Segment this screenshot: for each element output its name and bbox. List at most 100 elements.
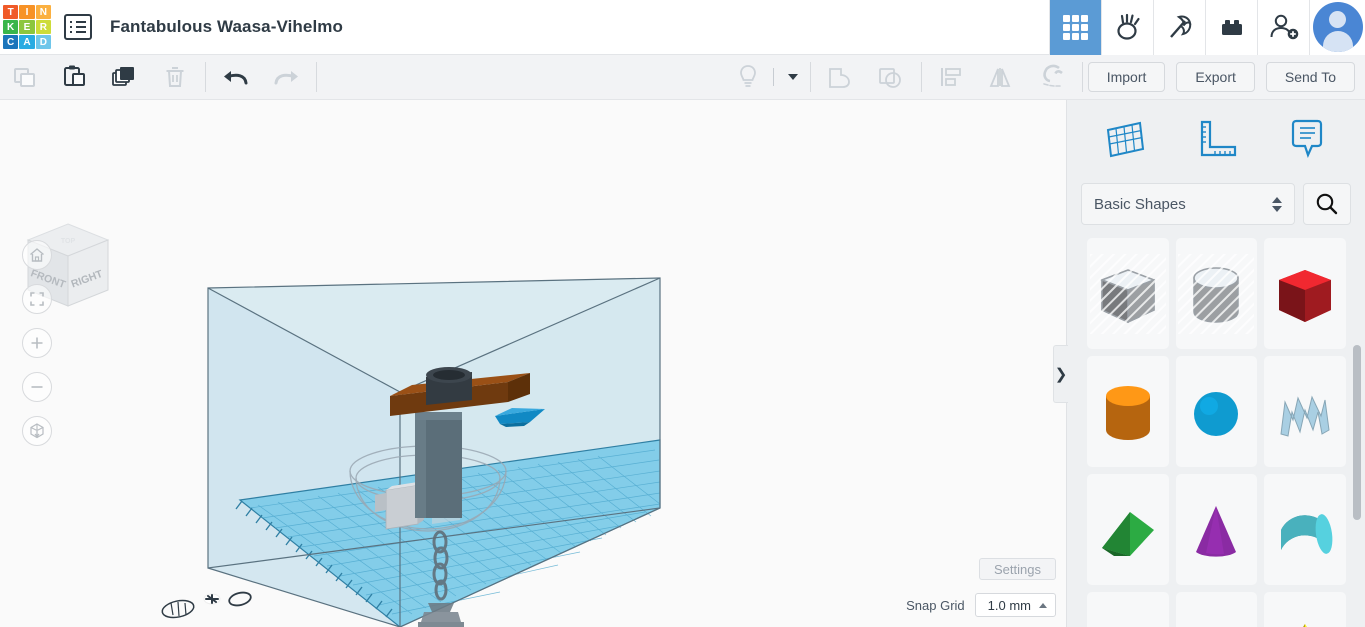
shape-cylinder-glyph <box>1105 385 1150 440</box>
undo-button[interactable] <box>211 55 261 100</box>
origin-marker <box>161 591 252 619</box>
home-icon <box>30 248 44 262</box>
import-button[interactable]: Import <box>1087 62 1166 92</box>
minus-icon <box>31 386 43 388</box>
shape-scribble[interactable] <box>1264 356 1346 467</box>
light-divider <box>772 68 774 86</box>
copy-icon <box>14 68 35 87</box>
shape-sphere-glyph <box>1194 391 1239 436</box>
notes-glyph <box>1292 119 1323 159</box>
logo-tile-d: D <box>35 35 51 49</box>
logo-tile-r: R <box>35 20 51 34</box>
history-tool-group <box>211 55 311 100</box>
magnet-snap-button[interactable] <box>1027 55 1077 100</box>
shape-scribble-glyph <box>1280 395 1330 437</box>
light-bulb-icon <box>739 65 756 87</box>
workplane-glyph <box>1106 121 1144 158</box>
redo-icon <box>274 71 298 85</box>
codeblocks-icon[interactable] <box>1101 0 1153 55</box>
tinkercad-logo[interactable]: TIN KER CAD <box>3 5 51 49</box>
chevron-down-icon <box>787 74 798 80</box>
snap-grid-value: 1.0 mm <box>987 597 1031 613</box>
shape-category-select[interactable]: Basic Shapes <box>1081 183 1295 225</box>
3d-canvas[interactable]: FRONT RIGHT TOP Settings Snap Grid 1.0 m… <box>0 100 1066 627</box>
align-icon <box>940 68 961 86</box>
home-view-button[interactable] <box>22 240 52 270</box>
copy-button[interactable] <box>0 55 50 100</box>
plus-icon <box>31 337 43 349</box>
group-icon <box>828 68 850 88</box>
duplicate-icon <box>112 67 134 86</box>
light-bulb-button[interactable] <box>728 55 768 100</box>
toolbar-divider-5 <box>1081 62 1083 92</box>
shape-cylinder-hole[interactable] <box>1175 238 1258 349</box>
paste-button[interactable] <box>50 55 100 100</box>
shape-polygon-glyph <box>1178 608 1254 627</box>
export-button[interactable]: Export <box>1176 62 1255 92</box>
grid-view-icon[interactable] <box>1049 0 1101 55</box>
shape-cone-glyph <box>1196 505 1237 557</box>
snap-grid-dropdown[interactable]: 1.0 mm <box>974 593 1056 617</box>
ungroup-icon <box>878 68 901 88</box>
ungroup-button[interactable] <box>866 55 916 100</box>
group-button[interactable] <box>816 55 866 100</box>
mirror-button[interactable] <box>977 55 1027 100</box>
shape-pyramid[interactable] <box>1264 592 1346 627</box>
logo-tile-n: N <box>35 5 51 19</box>
ruler-icon[interactable] <box>1186 111 1246 167</box>
shape-cone[interactable] <box>1175 474 1258 585</box>
shape-pyramid-glyph <box>1302 623 1308 627</box>
lego-brick-icon[interactable] <box>1205 0 1257 55</box>
workplane-icon[interactable] <box>1095 111 1155 167</box>
snap-grid-label: Snap Grid <box>906 597 965 613</box>
zoom-in-button[interactable] <box>22 328 52 358</box>
scene-render[interactable] <box>0 100 1066 627</box>
list-menu-icon[interactable] <box>64 14 92 40</box>
logo-tile-e: E <box>19 20 35 34</box>
shape-box[interactable] <box>1264 238 1346 349</box>
notes-icon[interactable] <box>1277 111 1337 167</box>
logo-tile-k: K <box>3 20 19 34</box>
toolbar-divider-4 <box>920 62 922 92</box>
trash-icon <box>166 67 184 87</box>
shape-text-glyph: TEXT <box>1090 608 1166 627</box>
shape-sphere[interactable] <box>1175 356 1258 467</box>
shape-library-grid[interactable]: TEXT <box>1067 234 1365 627</box>
shape-text[interactable]: TEXT <box>1087 592 1169 627</box>
user-avatar[interactable] <box>1309 0 1365 55</box>
shape-box-hole[interactable] <box>1087 238 1169 349</box>
ruler-glyph <box>1200 120 1237 157</box>
settings-button[interactable]: Settings <box>979 558 1056 580</box>
avatar-image <box>1312 2 1363 52</box>
shape-box-hole-glyph <box>1089 253 1166 334</box>
delete-button[interactable] <box>150 55 200 100</box>
send-to-button[interactable]: Send To <box>1265 62 1355 92</box>
invite-person-icon[interactable] <box>1257 0 1309 55</box>
light-dropdown-button[interactable] <box>779 55 805 100</box>
category-row: Basic Shapes <box>1067 178 1365 230</box>
search-icon <box>1316 193 1338 215</box>
minecraft-pickaxe-icon[interactable] <box>1153 0 1205 55</box>
perspective-toggle-button[interactable] <box>22 416 52 446</box>
shape-box-glyph <box>1279 269 1332 322</box>
panel-scrollbar-thumb[interactable] <box>1353 345 1361 520</box>
shape-wedge[interactable] <box>1087 474 1169 585</box>
align-button[interactable] <box>927 55 977 100</box>
duplicate-button[interactable] <box>100 55 150 100</box>
pickaxe-glyph <box>1169 15 1191 38</box>
clipboard-tool-group <box>0 55 200 100</box>
shape-cylinder-hole-glyph <box>1178 253 1255 334</box>
transfer-buttons: Import Export Send To <box>1087 62 1365 92</box>
zoom-out-button[interactable] <box>22 372 52 402</box>
fit-to-view-button[interactable] <box>22 284 52 314</box>
toolbar-divider-3 <box>809 62 811 92</box>
cube-perspective-icon <box>30 423 44 439</box>
toolbar-divider <box>205 62 206 92</box>
shape-roof-glyph <box>1281 513 1333 554</box>
shape-cylinder[interactable] <box>1087 356 1169 467</box>
shape-polygon[interactable] <box>1175 592 1258 627</box>
redo-button[interactable] <box>261 55 311 100</box>
search-button[interactable] <box>1303 183 1351 225</box>
collapse-panel-button[interactable]: ❯ <box>1053 345 1068 403</box>
shape-roof[interactable] <box>1264 474 1346 585</box>
